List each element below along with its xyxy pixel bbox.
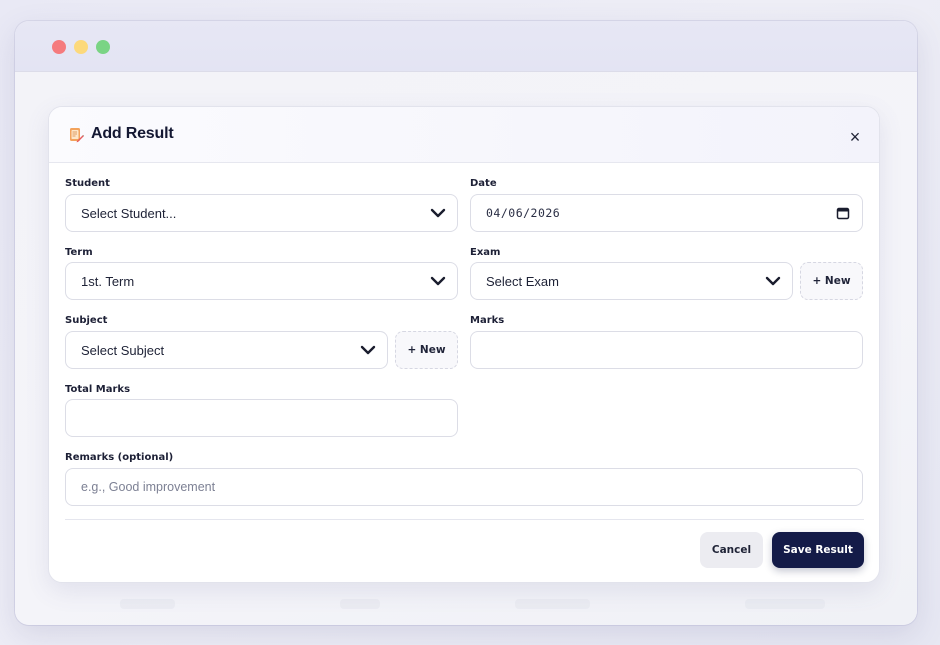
modal-title: Add Result [91,125,174,142]
date-input[interactable]: 04/06/2026 [470,194,863,232]
date-label: Date [470,178,497,189]
subject-select[interactable]: Select Subject [65,331,388,369]
student-select[interactable]: Select Student... [65,194,458,232]
minimize-window-control[interactable] [74,40,88,54]
marks-label: Marks [470,315,505,326]
new-subject-button[interactable]: + New [395,331,458,369]
subject-select-value: Select Subject [81,342,165,358]
footer-divider [65,519,864,520]
remarks-label: Remarks (optional) [65,452,174,463]
background-placeholder [515,599,590,609]
student-label: Student [65,178,110,189]
remarks-input-placeholder: e.g., Good improvement [81,480,216,494]
exam-select-value: Select Exam [486,273,559,289]
background-placeholder [745,599,825,609]
add-result-modal: Add Result × Student Select Student... D… [48,106,880,583]
chevron-down-icon [430,208,446,218]
background-placeholder [340,599,380,609]
chevron-down-icon [765,276,781,286]
close-icon[interactable]: × [845,127,865,147]
chevron-down-icon [360,345,376,355]
marks-input[interactable] [470,331,863,369]
window-content: Add Result × Student Select Student... D… [15,72,917,625]
term-select[interactable]: 1st. Term [65,262,458,300]
background-placeholder [120,599,175,609]
term-select-value: 1st. Term [81,273,135,289]
exam-select[interactable]: Select Exam [470,262,793,300]
cancel-button[interactable]: Cancel [700,532,763,568]
subject-label: Subject [65,315,108,326]
chevron-down-icon [430,276,446,286]
exam-label: Exam [470,247,501,258]
close-window-control[interactable] [52,40,66,54]
new-exam-button[interactable]: + New [800,262,863,300]
term-label: Term [65,247,93,258]
memo-icon [70,128,84,143]
calendar-icon[interactable] [836,206,850,220]
remarks-input[interactable]: e.g., Good improvement [65,468,863,506]
student-select-value: Select Student... [81,205,177,221]
window-titlebar [15,21,917,72]
total-marks-input[interactable] [65,399,458,437]
app-window: Add Result × Student Select Student... D… [15,21,917,625]
date-input-value: 04/06/2026 [486,206,561,220]
total-marks-label: Total Marks [65,384,131,395]
save-result-button[interactable]: Save Result [772,532,864,568]
modal-header: Add Result × [49,107,879,163]
maximize-window-control[interactable] [96,40,110,54]
